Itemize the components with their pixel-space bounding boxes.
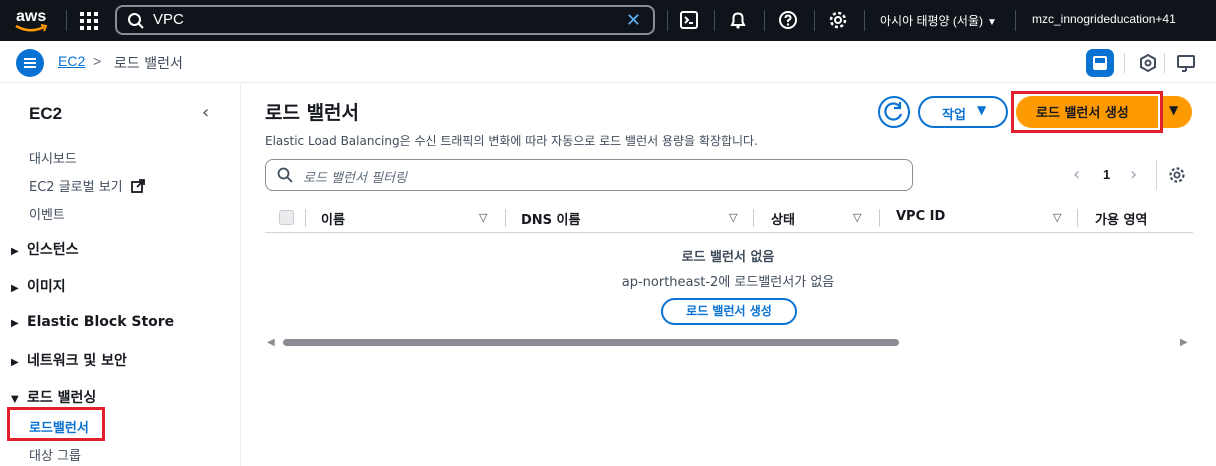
clear-icon[interactable]: ✕ [626, 10, 641, 31]
sidebar-section-label: 네트워크 및 보안 [27, 353, 127, 369]
breadcrumb-separator: > [93, 53, 102, 69]
column-divider [305, 209, 306, 227]
top-navigation: aws VPC ✕ 아시아 태평양 (서울) ▼ mzc_innogridedu… [0, 0, 1216, 41]
empty-state-title: 로드 밸런서 없음 [681, 250, 775, 265]
filter-placeholder: 로드 밸런서 필터링 [303, 171, 407, 186]
breadcrumb-bar: EC2 > 로드 밸런서 [0, 41, 1216, 83]
caret-down-icon: ▼ [986, 17, 997, 28]
cloudshell-icon[interactable] [679, 10, 699, 30]
page-description: Elastic Load Balancing은 수신 트래픽의 변화에 따라 자… [265, 134, 758, 148]
sort-icon[interactable]: ▽ [1053, 211, 1061, 224]
filter-input[interactable]: 로드 밸런서 필터링 [265, 159, 913, 191]
grid-icon[interactable] [79, 11, 99, 31]
nav-divider [667, 10, 668, 31]
highlight-box-create [1011, 91, 1163, 133]
sidebar-item-global-view-label: EC2 글로벌 보기 [29, 180, 123, 195]
info-panel-icon[interactable] [1086, 49, 1114, 77]
caret-right-icon: ▶ [11, 357, 19, 368]
sidebar-item-global-view[interactable]: EC2 글로벌 보기 [29, 176, 145, 195]
utility-divider [1164, 53, 1165, 73]
global-search-input[interactable]: VPC ✕ [115, 5, 655, 35]
column-header-name[interactable]: 이름 [321, 209, 345, 228]
account-menu[interactable]: mzc_innogrideducation+41 [1032, 12, 1176, 26]
search-icon [277, 167, 293, 187]
sidebar-item-events[interactable]: 이벤트 [29, 204, 65, 223]
page-number[interactable]: 1 [1103, 167, 1110, 182]
column-header-vpc[interactable]: VPC ID [896, 209, 945, 224]
column-divider [1077, 209, 1078, 227]
pager-divider [1156, 160, 1157, 190]
caret-down-icon: ▼ [977, 103, 987, 117]
scroll-right-icon[interactable]: ▶ [1180, 337, 1188, 348]
table-header: 이름 ▽ DNS 이름 ▽ 상태 ▽ VPC ID ▽ 가용 영역 [265, 203, 1193, 233]
column-divider [505, 209, 506, 227]
sidebar-section-label: Elastic Block Store [27, 314, 175, 330]
nav-divider [864, 10, 865, 31]
column-divider [879, 209, 880, 227]
refresh-icon [884, 102, 903, 121]
hexagon-icon[interactable] [1134, 49, 1162, 77]
sidebar-item-target-groups[interactable]: 대상 그룹 [29, 445, 81, 464]
help-icon[interactable] [778, 10, 798, 30]
column-header-az[interactable]: 가용 영역 [1095, 209, 1147, 228]
nav-divider [1015, 10, 1016, 31]
empty-create-button[interactable]: 로드 밸런서 생성 [661, 298, 797, 325]
sidebar-section-label: 로드 밸런싱 [27, 390, 97, 406]
menu-icon[interactable] [16, 49, 44, 77]
sidebar-item-dashboard[interactable]: 대시보드 [29, 148, 77, 167]
horizontal-scrollbar[interactable] [283, 339, 899, 346]
caret-down-icon: ▼ [1169, 103, 1179, 117]
sidebar-section-network-security[interactable]: ▶ 네트워크 및 보안 [11, 350, 127, 370]
nav-divider [814, 10, 815, 31]
breadcrumb-ec2-link[interactable]: EC2 [58, 53, 85, 69]
region-label: 아시아 태평양 (서울) [880, 14, 983, 28]
sidebar-section-load-balancing[interactable]: ▼ 로드 밸런싱 [11, 387, 96, 407]
column-header-dns[interactable]: DNS 이름 [521, 209, 580, 228]
empty-state-description: ap-northeast-2에 로드밸런서가 없음 [621, 275, 835, 290]
region-selector[interactable]: 아시아 태평양 (서울) ▼ [880, 12, 997, 29]
refresh-button[interactable] [878, 96, 910, 128]
nav-divider [714, 10, 715, 31]
bell-icon[interactable] [728, 10, 748, 30]
caret-down-icon: ▼ [11, 394, 19, 405]
sort-icon[interactable]: ▽ [853, 211, 861, 224]
utility-divider [1124, 53, 1125, 73]
search-icon [127, 12, 145, 34]
prev-page-icon[interactable]: ‹ [1073, 164, 1080, 185]
aws-logo[interactable]: aws [14, 6, 52, 34]
sidebar-close-icon[interactable]: ‹ [202, 102, 209, 123]
sort-icon[interactable]: ▽ [479, 211, 487, 224]
caret-right-icon: ▶ [11, 318, 19, 329]
sidebar-title[interactable]: EC2 [29, 104, 62, 124]
column-header-status[interactable]: 상태 [771, 209, 795, 228]
settings-icon[interactable] [1168, 166, 1186, 188]
aws-smile-icon [15, 24, 48, 32]
gear-icon[interactable] [828, 10, 848, 30]
nav-divider [66, 10, 67, 31]
create-dropdown-button[interactable]: ▼ [1161, 96, 1192, 128]
actions-label: 작업 [942, 108, 966, 123]
account-label: mzc_innogrideducation+41 [1032, 12, 1176, 26]
next-page-icon[interactable]: › [1130, 164, 1137, 185]
external-link-icon [130, 179, 145, 193]
search-value: VPC [153, 11, 184, 28]
nav-divider [764, 10, 765, 31]
sidebar-section-ebs[interactable]: ▶ Elastic Block Store [11, 314, 174, 330]
highlight-box-sidebar [7, 407, 105, 441]
column-divider [753, 209, 754, 227]
feedback-icon[interactable] [1172, 49, 1200, 77]
breadcrumb-current: 로드 밸런서 [114, 56, 183, 72]
select-all-checkbox[interactable] [279, 210, 294, 225]
actions-dropdown-button[interactable]: 작업 ▼ [918, 96, 1008, 128]
sort-icon[interactable]: ▽ [729, 211, 737, 224]
scroll-left-icon[interactable]: ◀ [267, 337, 275, 348]
page-title: 로드 밸런서 [265, 102, 360, 124]
